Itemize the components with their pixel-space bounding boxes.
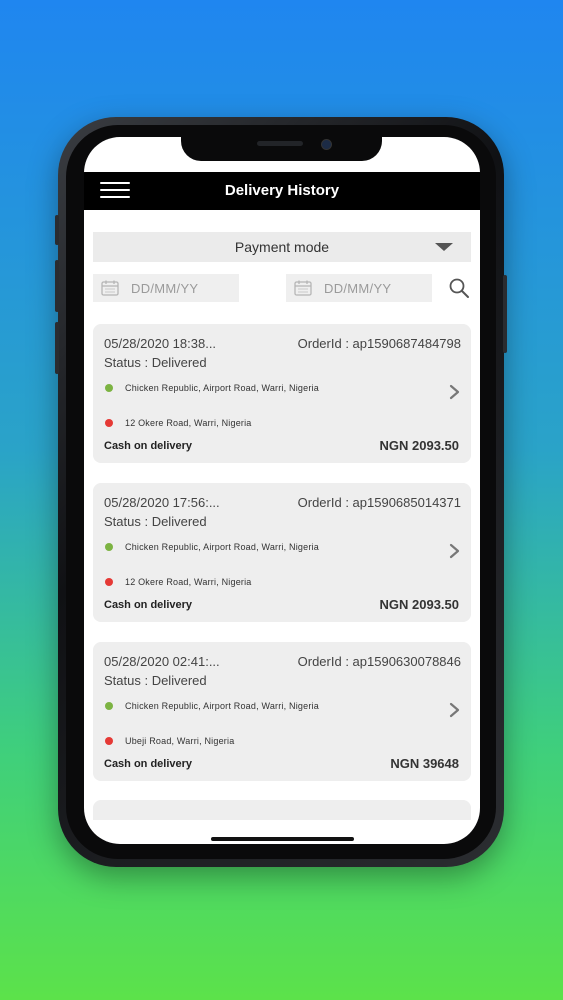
order-card[interactable]: 05/28/2020 18:38... OrderId : ap15906874… (93, 324, 471, 463)
speaker-grille (257, 141, 303, 146)
order-date: 05/28/2020 17:56:... (104, 495, 220, 510)
payment-mode-label: Payment mode (234, 239, 330, 255)
search-icon[interactable] (448, 277, 470, 299)
pickup-address: Chicken Republic, Airport Road, Warri, N… (125, 383, 319, 393)
order-status: Status : Delivered (104, 355, 207, 370)
order-status: Status : Delivered (104, 514, 207, 529)
pickup-address: Chicken Republic, Airport Road, Warri, N… (125, 542, 319, 552)
front-camera (321, 139, 332, 150)
mute-switch (55, 215, 59, 245)
power-button (503, 275, 507, 353)
red-dot-icon (105, 419, 113, 427)
app-bar: Delivery History (84, 172, 480, 210)
order-date: 05/28/2020 02:41:... (104, 654, 220, 669)
order-card-partial[interactable] (93, 800, 471, 820)
app-screen: Delivery History Payment mode DD/MM/YY D… (84, 137, 480, 844)
order-card[interactable]: 05/28/2020 17:56:... OrderId : ap1590685… (93, 483, 471, 622)
order-id: OrderId : ap1590630078846 (297, 654, 461, 669)
payment-method: Cash on delivery (104, 758, 193, 770)
green-dot-icon (105, 384, 113, 392)
dropoff-address: 12 Okere Road, Warri, Nigeria (125, 418, 252, 428)
order-id: OrderId : ap1590685014371 (297, 495, 461, 510)
calendar-icon (101, 280, 119, 296)
to-date-field[interactable]: DD/MM/YY (286, 274, 432, 302)
order-id: OrderId : ap1590687484798 (297, 336, 461, 351)
order-card[interactable]: 05/28/2020 02:41:... OrderId : ap1590630… (93, 642, 471, 781)
payment-mode-dropdown[interactable]: Payment mode (93, 232, 471, 262)
order-amount: NGN 2093.50 (379, 438, 460, 453)
dropoff-address: 12 Okere Road, Warri, Nigeria (125, 577, 252, 587)
volume-up-button (55, 260, 59, 312)
order-amount: NGN 39648 (390, 756, 459, 771)
page-title: Delivery History (224, 182, 340, 199)
pickup-address: Chicken Republic, Airport Road, Warri, N… (125, 701, 319, 711)
green-dot-icon (105, 702, 113, 710)
to-date-placeholder: DD/MM/YY (324, 281, 392, 296)
chevron-right-icon[interactable] (449, 702, 461, 718)
phone-notch (181, 133, 382, 161)
calendar-icon (294, 280, 312, 296)
home-indicator[interactable] (211, 837, 354, 841)
dropoff-address: Ubeji Road, Warri, Nigeria (125, 736, 235, 746)
volume-down-button (55, 322, 59, 374)
chevron-right-icon[interactable] (449, 384, 461, 400)
payment-method: Cash on delivery (104, 440, 193, 452)
order-status: Status : Delivered (104, 673, 207, 688)
red-dot-icon (105, 737, 113, 745)
payment-method: Cash on delivery (104, 599, 193, 611)
order-amount: NGN 2093.50 (379, 597, 460, 612)
order-date: 05/28/2020 18:38... (104, 336, 217, 351)
from-date-placeholder: DD/MM/YY (131, 281, 199, 296)
red-dot-icon (105, 578, 113, 586)
caret-down-icon (435, 243, 453, 251)
chevron-right-icon[interactable] (449, 543, 461, 559)
from-date-field[interactable]: DD/MM/YY (93, 274, 239, 302)
green-dot-icon (105, 543, 113, 551)
